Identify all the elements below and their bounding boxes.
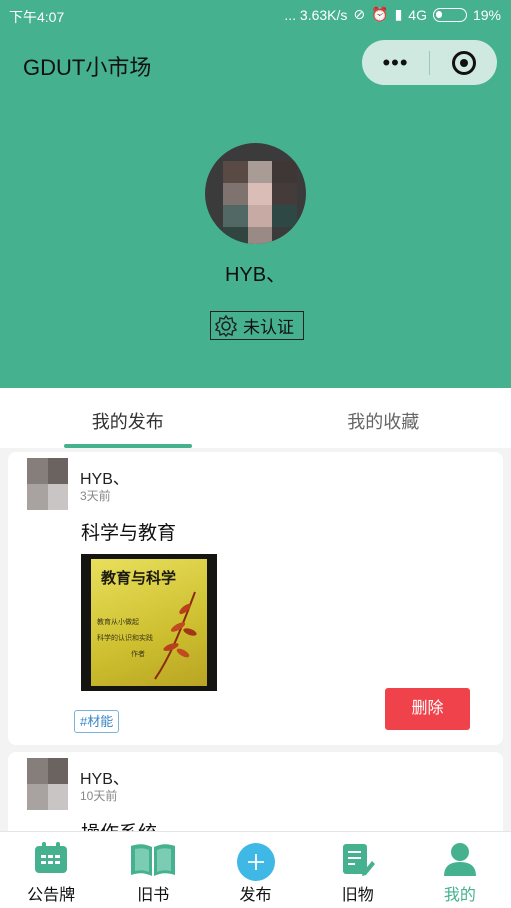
leaf-decoration xyxy=(154,591,197,680)
gear-icon xyxy=(213,313,239,339)
cover-title: 教育与科学 xyxy=(101,570,177,587)
cover-line: 作者 xyxy=(131,651,145,658)
cover-line: 教育从小做起 xyxy=(97,619,139,626)
network-type: 4G xyxy=(408,6,427,23)
tab-my-posts[interactable]: 我的发布 xyxy=(0,388,256,448)
miniprogram-capsule: ••• xyxy=(362,40,497,85)
nav-label: 我的 xyxy=(443,887,476,904)
target-close-icon xyxy=(451,50,476,75)
nav-item-old-items[interactable]: 旧物 xyxy=(307,832,409,908)
capsule-close-button[interactable] xyxy=(430,50,497,75)
tab-my-favorites[interactable]: 我的收藏 xyxy=(256,388,511,448)
app-title: GDUT小市场 xyxy=(23,55,152,80)
bottom-nav: 公告牌 旧书 发布 旧物 我的 xyxy=(0,831,511,908)
nav-item-bulletin[interactable]: 公告牌 xyxy=(0,832,102,908)
battery-icon xyxy=(432,7,467,22)
certification-status[interactable]: 未认证 xyxy=(210,311,304,340)
poster-name: HYB、 xyxy=(80,471,129,488)
tag-chip[interactable]: #材能 xyxy=(74,710,120,733)
network-speed: ... 3.63K/s xyxy=(284,6,348,23)
calendar-board-icon xyxy=(34,842,68,879)
status-bar: 下午4:07 ... 3.63K/s ⊘ ⏰ ▮ 4G 19% xyxy=(0,0,511,30)
nav-item-old-books[interactable]: 旧书 xyxy=(102,832,204,908)
nav-label: 发布 xyxy=(239,887,272,904)
status-time: 下午4:07 xyxy=(9,9,65,25)
open-book-icon xyxy=(129,842,177,883)
status-right: ... 3.63K/s ⊘ ⏰ ▮ 4G 19% xyxy=(284,6,501,23)
post-time: 3天前 xyxy=(80,489,111,503)
post-card[interactable]: HYB、 3天前 科学与教育 教育与科学 教育从小做起 科学的认识和实践 作者 … xyxy=(8,452,503,745)
delete-button[interactable]: 删除 xyxy=(385,688,470,730)
battery-percent: 19% xyxy=(472,6,501,23)
user-icon xyxy=(443,842,477,881)
book-cover-image[interactable]: 教育与科学 教育从小做起 科学的认识和实践 作者 xyxy=(81,554,217,691)
poster-avatar[interactable] xyxy=(27,758,68,810)
nav-item-publish[interactable]: 发布 xyxy=(204,832,306,908)
profile-header-background: 下午4:07 ... 3.63K/s ⊘ ⏰ ▮ 4G 19% GDUT小市场 … xyxy=(0,0,511,388)
more-dots-icon[interactable]: ••• xyxy=(362,50,429,76)
nav-label: 公告牌 xyxy=(27,887,76,904)
poster-avatar[interactable] xyxy=(27,458,68,510)
alarm-icon: ⏰ xyxy=(371,6,389,22)
post-title[interactable]: 科学与教育 xyxy=(81,518,176,545)
avatar[interactable] xyxy=(205,143,306,244)
profile-username: HYB、 xyxy=(224,264,287,286)
nav-label: 旧书 xyxy=(137,887,170,904)
avatar-mosaic xyxy=(223,161,297,244)
post-time: 10天前 xyxy=(80,789,118,803)
nav-label: 旧物 xyxy=(341,887,374,904)
poster-name: HYB、 xyxy=(80,771,129,788)
note-edit-icon xyxy=(341,842,375,881)
signal-icon: ▮ xyxy=(394,6,403,22)
cert-label: 未认证 xyxy=(243,318,294,337)
nav-item-mine[interactable]: 我的 xyxy=(409,832,511,908)
profile-tabs: 我的发布 我的收藏 xyxy=(0,388,511,448)
mute-icon: ⊘ xyxy=(353,6,366,22)
